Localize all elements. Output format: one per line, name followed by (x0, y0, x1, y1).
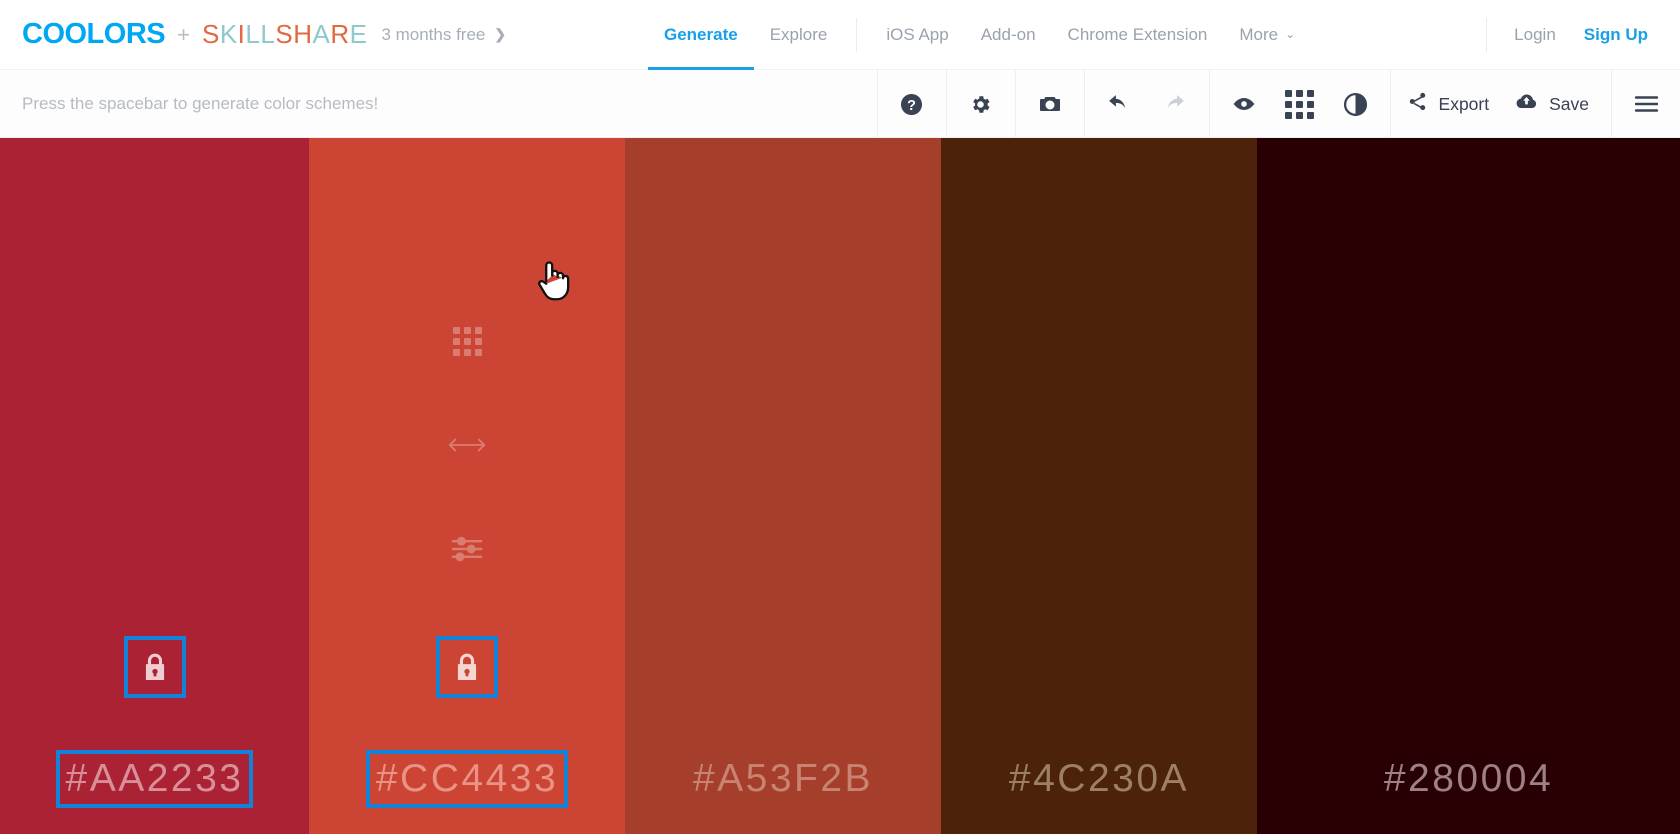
spacebar-hint-text: Press the spacebar to generate color sch… (22, 93, 379, 113)
toolbar-group-help: ? (878, 70, 946, 138)
editor-toolbar: Press the spacebar to generate color sch… (0, 70, 1680, 138)
svg-text:?: ? (907, 97, 916, 113)
toolbar-group-export: Export Save (1391, 70, 1611, 138)
grid-icon[interactable] (1272, 70, 1328, 138)
chevron-right-icon: ❯ (494, 26, 507, 42)
hex-value[interactable]: #4C230A (1003, 754, 1195, 804)
nav-divider (856, 18, 858, 52)
nav-item-explore[interactable]: Explore (754, 0, 844, 70)
camera-icon[interactable] (1022, 70, 1078, 138)
hex-value[interactable]: #CC4433 (365, 750, 569, 808)
nav-item-generate[interactable]: Generate (648, 0, 754, 70)
nav-item-ios-app[interactable]: iOS App (870, 0, 964, 70)
login-button[interactable]: Login (1500, 0, 1570, 70)
share-icon (1407, 91, 1428, 117)
hex-label-row: #A53F2B (625, 754, 941, 804)
lock-toggle-wrapper (309, 636, 625, 698)
help-icon[interactable]: ? (884, 70, 940, 138)
promo-link[interactable]: 3 months free ❯ (381, 25, 506, 45)
undo-icon[interactable] (1091, 70, 1147, 138)
contrast-icon[interactable] (1328, 70, 1384, 138)
nav-item-more-label: More (1239, 25, 1279, 44)
toolbar-group-view (1210, 70, 1390, 138)
lock-toggle-wrapper (0, 636, 309, 698)
cloud-upload-icon (1515, 90, 1538, 118)
eye-icon[interactable] (1216, 70, 1272, 138)
hex-label-row: #4C230A (941, 754, 1257, 804)
plus-separator: + (177, 21, 190, 47)
save-label: Save (1549, 93, 1589, 114)
save-button[interactable]: Save (1505, 70, 1605, 138)
color-swatch[interactable]: #280004 (1257, 138, 1680, 834)
resize-horizontal-icon[interactable] (444, 422, 490, 468)
gear-icon[interactable] (953, 70, 1009, 138)
color-swatch[interactable]: #4C230A (941, 138, 1257, 834)
primary-nav: Generate Explore iOS App Add-on Chrome E… (648, 0, 1311, 70)
lock-icon-locked[interactable] (123, 636, 186, 698)
adjust-sliders-icon[interactable] (444, 526, 490, 572)
top-navigation-bar: COOLORS + SKILLSHARE 3 months free ❯ Gen… (0, 0, 1680, 70)
redo-icon (1147, 70, 1203, 138)
skillshare-partner-logo[interactable]: SKILLSHARE (202, 19, 367, 50)
export-button[interactable]: Export (1397, 70, 1506, 138)
toolbar-group-history (1085, 70, 1209, 138)
nav-item-more[interactable]: More ⌄ (1223, 0, 1311, 70)
promo-label: 3 months free (381, 24, 486, 44)
hex-value[interactable]: #A53F2B (687, 754, 879, 804)
lock-icon-locked[interactable] (436, 636, 498, 698)
color-palette: #AA2233 #CC4433 #A53F2B #4C230A #280004 (0, 138, 1680, 834)
toolbar-group-settings (947, 70, 1015, 138)
color-swatch[interactable]: #AA2233 (0, 138, 309, 834)
hamburger-icon[interactable] (1618, 70, 1674, 138)
coolors-logo[interactable]: COOLORS (22, 18, 166, 51)
toolbar-group-camera (1016, 70, 1084, 138)
hex-value[interactable]: #AA2233 (55, 750, 254, 808)
hex-label-row: #280004 (1257, 754, 1680, 804)
nav-divider-right (1486, 18, 1488, 52)
nav-item-add-on[interactable]: Add-on (965, 0, 1052, 70)
hex-label-row: #AA2233 (0, 750, 309, 808)
hex-label-row: #CC4433 (309, 750, 625, 808)
color-swatch[interactable]: #A53F2B (625, 138, 941, 834)
color-swatch[interactable]: #CC4433 (309, 138, 625, 834)
toolbar-actions: ? Export Save (876, 70, 1680, 138)
hex-value[interactable]: #280004 (1378, 754, 1559, 804)
drag-handle-icon[interactable] (444, 318, 490, 364)
export-label: Export (1438, 93, 1490, 114)
chevron-down-icon: ⌄ (1285, 27, 1296, 41)
signup-button[interactable]: Sign Up (1570, 0, 1662, 70)
account-nav: Login Sign Up (1473, 0, 1662, 70)
nav-item-chrome-extension[interactable]: Chrome Extension (1052, 0, 1224, 70)
toolbar-group-menu (1612, 70, 1680, 138)
swatch-hover-tools (309, 318, 625, 572)
